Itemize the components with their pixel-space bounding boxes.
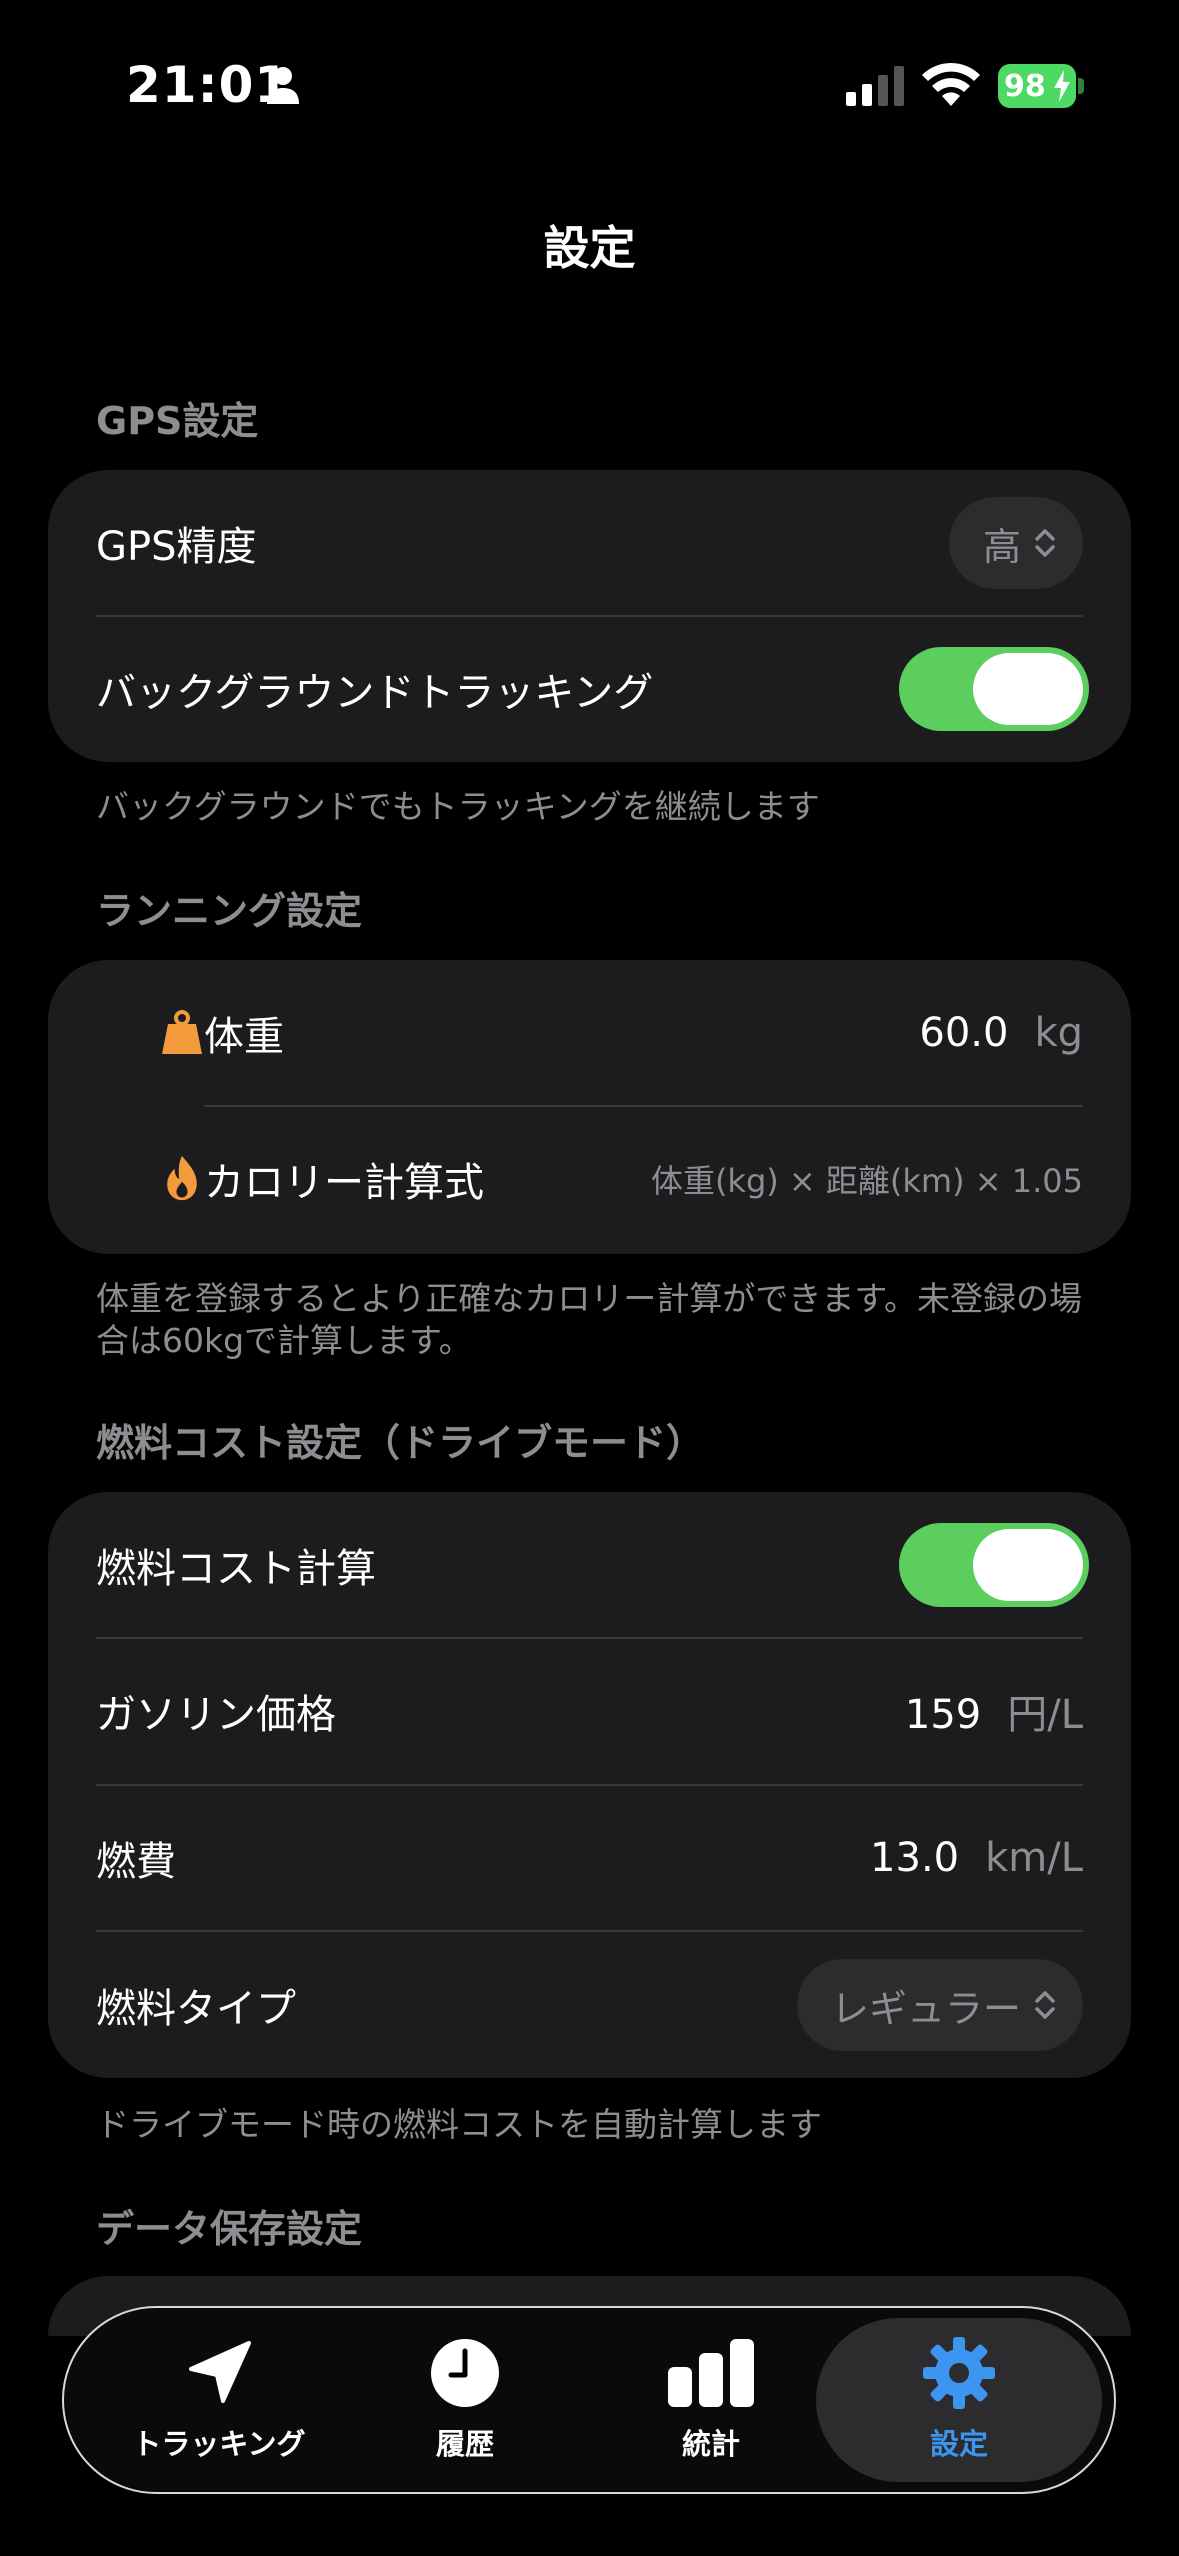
gas-price-row[interactable]: ガソリン価格 159 円/L xyxy=(48,1638,1131,1784)
flame-icon xyxy=(167,1155,197,1201)
cellular-signal-icon xyxy=(846,66,904,106)
gas-price-label: ガソリン価格 xyxy=(96,1692,336,1738)
battery-indicator: 98 xyxy=(998,64,1076,108)
person-icon xyxy=(267,67,299,104)
weight-number: 60.0 xyxy=(919,1010,1009,1056)
background-tracking-label: バックグラウンドトラッキング xyxy=(96,670,654,716)
tab-tracking-label: トラッキング xyxy=(132,2427,306,2461)
battery-level: 98 xyxy=(1004,68,1046,104)
fuel-efficiency-number: 13.0 xyxy=(870,1835,960,1881)
weight-icon xyxy=(162,1010,202,1054)
fuel-type-label: 燃料タイプ xyxy=(96,1986,296,2032)
tab-stats-label: 統計 xyxy=(681,2427,740,2461)
chevron-up-down-icon xyxy=(1035,529,1055,557)
section-header-running: ランニング設定 xyxy=(96,889,363,933)
gps-accuracy-value: 高 xyxy=(982,524,1021,569)
weight-value: 60.0 kg xyxy=(919,1010,1083,1056)
tab-history[interactable]: 履歴 xyxy=(340,2308,590,2492)
calorie-formula-label: カロリー計算式 xyxy=(204,1160,484,1206)
tab-history-label: 履歴 xyxy=(435,2427,494,2461)
gas-price-number: 159 xyxy=(904,1692,982,1738)
bar-chart-icon xyxy=(668,2339,754,2407)
gps-accuracy-picker[interactable]: 高 xyxy=(948,497,1083,589)
battery-tip xyxy=(1078,78,1084,94)
running-settings-card: 体重 60.0 kg カロリー計算式 体重(kg) × 距離(km) × 1.0… xyxy=(48,960,1131,1254)
gear-icon xyxy=(923,2337,995,2409)
location-arrow-icon xyxy=(189,2341,251,2403)
gas-price-unit: 円/L xyxy=(1007,1692,1083,1738)
fuel-settings-card: 燃料コスト計算 ガソリン価格 159 円/L 燃費 13.0 km/L 燃料タイ… xyxy=(48,1492,1131,2078)
tab-bar: トラッキング 履歴 統計 設定 xyxy=(62,2306,1116,2494)
fuel-efficiency-row[interactable]: 燃費 13.0 km/L xyxy=(48,1785,1131,1931)
gps-settings-card: GPS精度 高 バックグラウンドトラッキング xyxy=(48,470,1131,762)
background-tracking-row: バックグラウンドトラッキング xyxy=(48,616,1131,762)
chevron-up-down-icon xyxy=(1035,1991,1055,2019)
fuel-cost-calc-row: 燃料コスト計算 xyxy=(48,1492,1131,1638)
section-header-gps: GPS設定 xyxy=(96,399,259,443)
status-bar: 21:01 98 xyxy=(0,0,1179,170)
background-tracking-toggle[interactable] xyxy=(899,647,1089,731)
fuel-cost-calc-label: 燃料コスト計算 xyxy=(96,1546,376,1592)
gps-accuracy-row: GPS精度 高 xyxy=(48,470,1131,616)
page-title: 設定 xyxy=(543,221,636,275)
fuel-type-picker[interactable]: レギュラー xyxy=(796,1959,1083,2051)
tab-settings[interactable]: 設定 xyxy=(816,2318,1102,2482)
calorie-formula-row: カロリー計算式 体重(kg) × 距離(km) × 1.05 xyxy=(48,1106,1131,1252)
weight-row[interactable]: 体重 60.0 kg xyxy=(48,960,1131,1106)
fuel-type-value: レギュラー xyxy=(830,1986,1021,2031)
fuel-cost-calc-toggle[interactable] xyxy=(899,1523,1089,1607)
weight-label: 体重 xyxy=(204,1014,284,1060)
running-footer: 体重を登録するとより正確なカロリー計算ができます。未登録の場合は60kgで計算し… xyxy=(96,1279,1083,1360)
gps-footer: バックグラウンドでもトラッキングを継続します xyxy=(96,787,820,826)
gps-accuracy-label: GPS精度 xyxy=(96,524,257,570)
tab-settings-label: 設定 xyxy=(929,2427,988,2461)
weight-unit: kg xyxy=(1034,1010,1083,1056)
charging-bolt-icon xyxy=(1054,70,1070,102)
tab-stats[interactable]: 統計 xyxy=(586,2308,836,2492)
section-header-data: データ保存設定 xyxy=(96,2207,363,2251)
tab-tracking[interactable]: トラッキング xyxy=(94,2308,344,2492)
wifi-icon xyxy=(922,62,980,106)
fuel-type-row: 燃料タイプ レギュラー xyxy=(48,1932,1131,2078)
toggle-knob xyxy=(973,653,1083,725)
clock-icon xyxy=(431,2339,499,2407)
fuel-efficiency-label: 燃費 xyxy=(96,1839,176,1885)
toggle-knob xyxy=(973,1529,1083,1601)
gas-price-value: 159 円/L xyxy=(905,1682,1083,1740)
fuel-footer: ドライブモード時の燃料コストを自動計算します xyxy=(96,2105,822,2144)
section-header-fuel: 燃料コスト設定（ドライブモード） xyxy=(96,1421,705,1465)
fuel-efficiency-value: 13.0 km/L xyxy=(870,1835,1083,1881)
fuel-efficiency-unit: km/L xyxy=(985,1835,1083,1881)
calorie-formula-value: 体重(kg) × 距離(km) × 1.05 xyxy=(650,1162,1083,1200)
